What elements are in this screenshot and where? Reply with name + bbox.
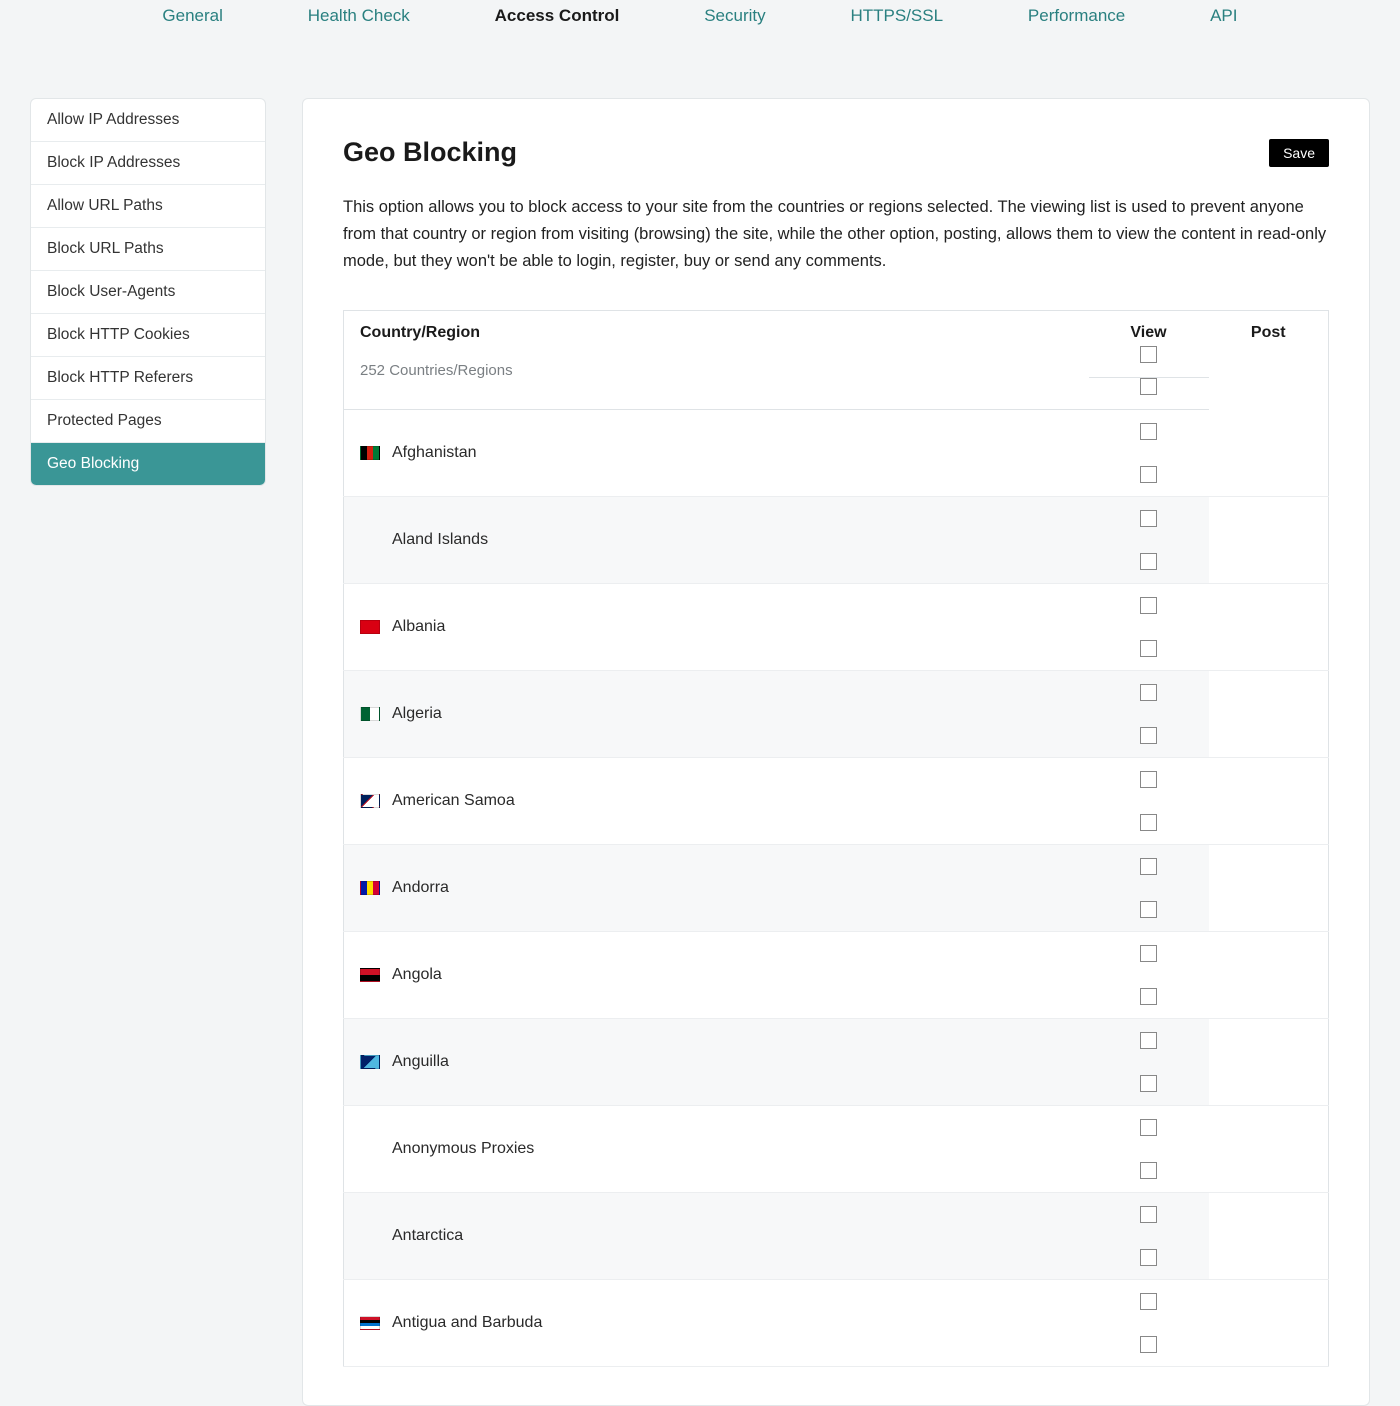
- top-tab-bar: General Health Check Access Control Securit…: [0, 0, 1400, 50]
- table-row: Algeria: [344, 670, 1329, 757]
- table-row: Anonymous Proxies: [344, 1105, 1329, 1192]
- table-row: Andorra: [344, 844, 1329, 931]
- view-checkbox[interactable]: [1140, 1032, 1157, 1049]
- country-name: Anguilla: [392, 1053, 449, 1071]
- country-name: Albania: [392, 618, 445, 636]
- top-tab-general[interactable]: General: [158, 0, 226, 32]
- table-subheader: 252 Countries/Regions: [344, 346, 1089, 410]
- top-tab-api[interactable]: API: [1206, 0, 1241, 32]
- top-tab-https-ssl[interactable]: HTTPS/SSL: [846, 0, 947, 32]
- sidebar-item-block-url-paths[interactable]: Block URL Paths: [31, 228, 265, 271]
- view-checkbox[interactable]: [1140, 510, 1157, 527]
- flag-icon: [360, 533, 380, 547]
- view-checkbox[interactable]: [1140, 597, 1157, 614]
- post-checkbox[interactable]: [1140, 1162, 1157, 1179]
- view-checkbox[interactable]: [1140, 684, 1157, 701]
- country-name: Anonymous Proxies: [392, 1140, 534, 1158]
- geo-blocking-table: Country/Region View Post 252 Countries/R…: [343, 310, 1329, 1367]
- sidebar-item-protected-pages[interactable]: Protected Pages: [31, 400, 265, 443]
- country-name: American Samoa: [392, 792, 515, 810]
- flag-icon: [360, 620, 380, 634]
- sidebar-item-geo-blocking[interactable]: Geo Blocking: [31, 443, 265, 485]
- post-checkbox[interactable]: [1140, 640, 1157, 657]
- view-checkbox[interactable]: [1140, 858, 1157, 875]
- flag-icon: [360, 881, 380, 895]
- country-name: Andorra: [392, 879, 449, 897]
- table-row: Anguilla: [344, 1018, 1329, 1105]
- top-tab-health-check[interactable]: Health Check: [304, 0, 414, 32]
- post-checkbox[interactable]: [1140, 727, 1157, 744]
- flag-icon: [360, 1229, 380, 1243]
- view-checkbox[interactable]: [1140, 1119, 1157, 1136]
- main-panel: Geo Blocking Save This option allows you…: [302, 98, 1370, 1406]
- flag-icon: [360, 794, 380, 808]
- flag-icon: [360, 446, 380, 460]
- select-all-view-checkbox[interactable]: [1140, 346, 1157, 363]
- country-name: Angola: [392, 966, 442, 984]
- sidebar-item-allow-url-paths[interactable]: Allow URL Paths: [31, 185, 265, 228]
- country-name: Afghanistan: [392, 444, 477, 462]
- panel-header: Geo Blocking Save: [343, 137, 1329, 168]
- panel-description: This option allows you to block access t…: [343, 194, 1329, 276]
- post-checkbox[interactable]: [1140, 988, 1157, 1005]
- table-row: Afghanistan: [344, 410, 1329, 497]
- top-tab-security[interactable]: Security: [700, 0, 769, 32]
- view-checkbox[interactable]: [1140, 1293, 1157, 1310]
- country-name: Aland Islands: [392, 531, 488, 549]
- view-checkbox[interactable]: [1140, 945, 1157, 962]
- view-checkbox[interactable]: [1140, 423, 1157, 440]
- flag-icon: [360, 1055, 380, 1069]
- country-name: Algeria: [392, 705, 442, 723]
- table-row: American Samoa: [344, 757, 1329, 844]
- post-checkbox[interactable]: [1140, 553, 1157, 570]
- sidebar-item-allow-ip-addresses[interactable]: Allow IP Addresses: [31, 99, 265, 142]
- sidebar-item-block-ip-addresses[interactable]: Block IP Addresses: [31, 142, 265, 185]
- page-title: Geo Blocking: [343, 137, 517, 168]
- country-name: Antigua and Barbuda: [392, 1314, 542, 1332]
- select-all-post-checkbox[interactable]: [1140, 378, 1157, 395]
- sidebar: Allow IP AddressesBlock IP AddressesAllo…: [30, 98, 266, 486]
- sidebar-item-block-http-cookies[interactable]: Block HTTP Cookies: [31, 314, 265, 357]
- table-row: Antarctica: [344, 1192, 1329, 1279]
- country-name: Antarctica: [392, 1227, 463, 1245]
- post-checkbox[interactable]: [1140, 1075, 1157, 1092]
- sidebar-item-block-user-agents[interactable]: Block User-Agents: [31, 271, 265, 314]
- table-row: Aland Islands: [344, 496, 1329, 583]
- post-checkbox[interactable]: [1140, 814, 1157, 831]
- top-tab-performance[interactable]: Performance: [1024, 0, 1129, 32]
- col-header-view: View: [1089, 310, 1209, 346]
- flag-icon: [360, 707, 380, 721]
- flag-icon: [360, 1142, 380, 1156]
- post-checkbox[interactable]: [1140, 901, 1157, 918]
- table-row: Antigua and Barbuda: [344, 1279, 1329, 1366]
- top-tab-access-control[interactable]: Access Control: [491, 0, 624, 32]
- post-checkbox[interactable]: [1140, 466, 1157, 483]
- post-checkbox[interactable]: [1140, 1249, 1157, 1266]
- table-row: Angola: [344, 931, 1329, 1018]
- sidebar-item-block-http-referers[interactable]: Block HTTP Referers: [31, 357, 265, 400]
- flag-icon: [360, 968, 380, 982]
- view-checkbox[interactable]: [1140, 771, 1157, 788]
- post-checkbox[interactable]: [1140, 1336, 1157, 1353]
- col-header-post: Post: [1209, 310, 1329, 346]
- table-row: Albania: [344, 583, 1329, 670]
- save-button[interactable]: Save: [1269, 139, 1329, 167]
- flag-icon: [360, 1316, 380, 1330]
- view-checkbox[interactable]: [1140, 1206, 1157, 1223]
- col-header-country: Country/Region: [344, 310, 1089, 346]
